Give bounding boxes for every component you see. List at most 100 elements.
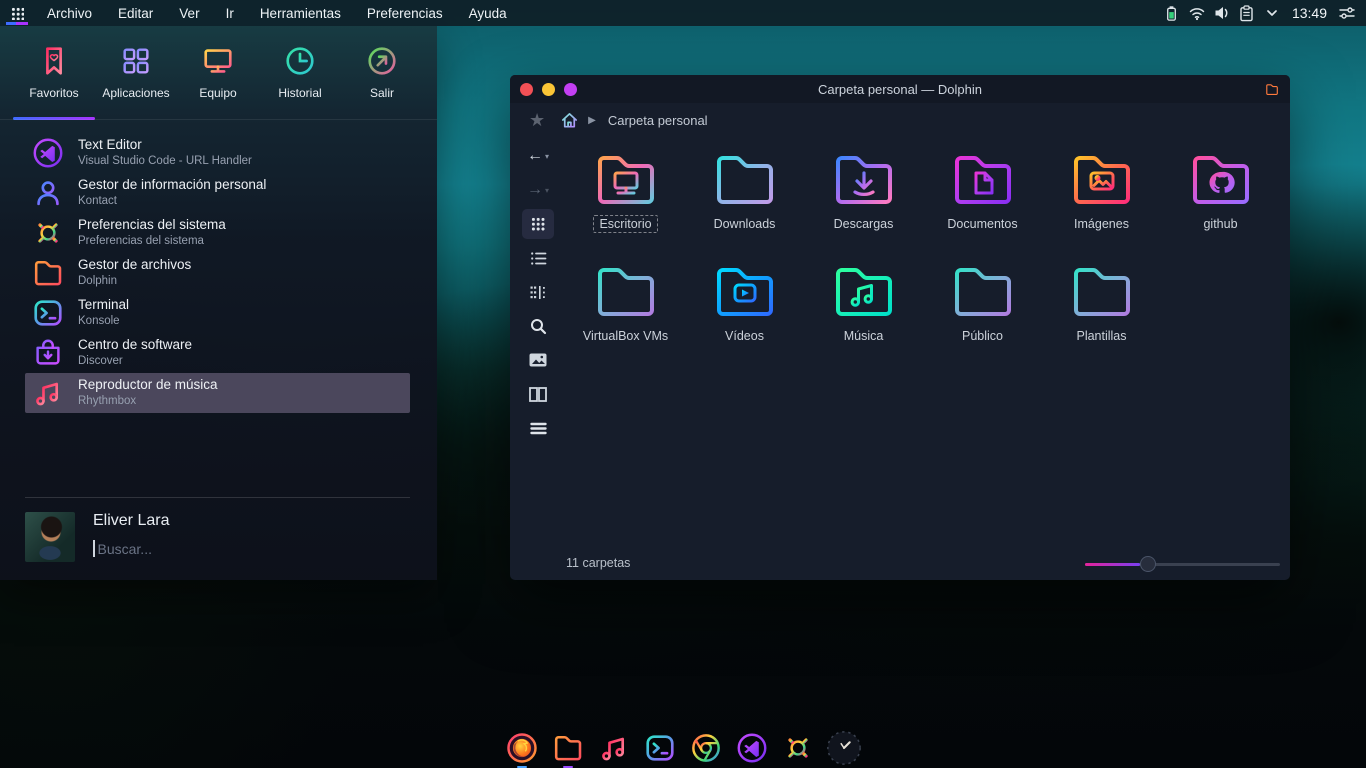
maximize-button[interactable] [564,83,577,96]
list-view-button[interactable] [522,243,554,273]
preview-button[interactable] [522,345,554,375]
favorite-konsole[interactable]: TerminalKonsole [25,293,410,333]
firefox-icon [505,731,539,765]
zoom-slider[interactable] [1085,563,1280,566]
menu-button[interactable] [522,413,554,443]
tab-aplicaciones[interactable]: Aplicaciones [95,38,177,100]
bookmark-star-icon[interactable]: ★ [510,111,545,129]
bag-download-icon [31,336,65,370]
clock[interactable]: 13:49 [1288,5,1331,21]
favorite-kontact[interactable]: Gestor de información personalKontact [25,173,410,213]
folder-imagenes[interactable]: Imágenes [1042,147,1161,233]
dock-vscode[interactable] [733,729,771,767]
breadcrumb-location[interactable]: Carpeta personal [608,113,708,128]
tab-equipo[interactable]: Equipo [177,38,259,100]
tab-historial[interactable]: Historial [259,38,341,100]
folder-descargas[interactable]: Descargas [804,147,923,233]
folder-icon [1061,259,1143,325]
split-view-button[interactable] [522,379,554,409]
dolphin-app-icon [1264,82,1290,97]
list-view-icon [530,251,547,266]
search-icon [530,318,547,335]
divider [0,119,437,120]
compact-view-button[interactable] [522,277,554,307]
favorite-text-editor[interactable]: Text EditorVisual Studio Code - URL Hand… [25,133,410,173]
menu-ayuda[interactable]: Ayuda [456,0,520,26]
folder-icon [704,259,786,325]
favorite-rhythmbox[interactable]: Reproductor de músicaRhythmbox [25,373,410,413]
tab-salir[interactable]: Salir [341,38,423,100]
close-button[interactable] [520,83,533,96]
battery-icon[interactable] [1163,4,1181,22]
status-bar: 11 carpetas [510,550,1290,580]
folder-musica[interactable]: Música [804,259,923,345]
search-input[interactable]: Buscar... [93,540,152,557]
vscode-icon [735,731,769,765]
favorite-system-settings[interactable]: Preferencias del sistemaPreferencias del… [25,213,410,253]
folder-grid: Escritorio Downloads Descargas [566,147,1280,345]
dock-rhythmbox[interactable] [595,729,633,767]
breadcrumb-bar: ★ ▶ Carpeta personal [510,103,1290,137]
terminal-icon [31,296,65,330]
grid-view-button[interactable] [522,209,554,239]
folder-icon [823,259,905,325]
dock-konsole[interactable] [641,729,679,767]
zoom-slider-handle[interactable] [1140,556,1156,572]
gear-icon [781,731,815,765]
folder-icon [704,147,786,213]
favorite-discover[interactable]: Centro de softwareDiscover [25,333,410,373]
folder-escritorio[interactable]: Escritorio [566,147,685,233]
menu-herramientas[interactable]: Herramientas [247,0,354,26]
avatar[interactable] [25,512,75,562]
folder-publico[interactable]: Público [923,259,1042,345]
bookmark-heart-icon [37,44,71,78]
folder-virtualbox-vms[interactable]: VirtualBox VMs [566,259,685,345]
favorite-dolphin[interactable]: Gestor de archivosDolphin [25,253,410,293]
search-button[interactable] [522,311,554,341]
folder-icon [1180,147,1262,213]
breadcrumb-separator-icon: ▶ [588,115,596,126]
dock [503,728,863,768]
folder-documentos[interactable]: Documentos [923,147,1042,233]
folder-github[interactable]: github [1161,147,1280,233]
wifi-icon[interactable] [1188,4,1206,22]
dock-file-manager[interactable] [549,729,587,767]
user-area: Eliver Lara Buscar... [25,510,410,566]
compact-view-icon [530,285,547,300]
dock-clock-widget[interactable] [825,729,863,767]
view-toolbar: ←▾ →▾ [518,141,558,447]
dock-chromium[interactable] [687,729,725,767]
zoom-slider-fill [1085,563,1140,566]
menu-archivo[interactable]: Archivo [34,0,105,26]
folder-icon [823,147,905,213]
minimize-button[interactable] [542,83,555,96]
back-button[interactable]: ←▾ [522,141,554,171]
grid-view-icon [531,217,545,231]
user-name: Eliver Lara [93,512,169,530]
folder-downloads[interactable]: Downloads [685,147,804,233]
folder-videos[interactable]: Vídeos [685,259,804,345]
forward-button[interactable]: →▾ [522,175,554,205]
volume-icon[interactable] [1213,4,1231,22]
app-grid-icon [11,7,24,20]
dock-firefox[interactable] [503,729,541,767]
menu-editar[interactable]: Editar [105,0,166,26]
analog-clock-icon [825,729,863,767]
titlebar[interactable]: Carpeta personal — Dolphin [510,75,1290,103]
menu-preferencias[interactable]: Preferencias [354,0,456,26]
menu-ver[interactable]: Ver [166,0,212,26]
tab-favoritos[interactable]: Favoritos [13,38,95,100]
chevron-down-icon[interactable] [1263,4,1281,22]
terminal-icon [643,731,677,765]
dock-settings[interactable] [779,729,817,767]
tweaks-icon[interactable] [1338,4,1356,22]
clipboard-icon[interactable] [1238,4,1256,22]
monitor-icon [201,44,235,78]
home-icon[interactable] [560,111,579,130]
folder-icon [942,147,1024,213]
search-placeholder: Buscar... [98,541,152,557]
hamburger-menu-icon [530,422,547,435]
folder-plantillas[interactable]: Plantillas [1042,259,1161,345]
menu-ir[interactable]: Ir [213,0,247,26]
app-launcher-button[interactable] [0,0,34,26]
